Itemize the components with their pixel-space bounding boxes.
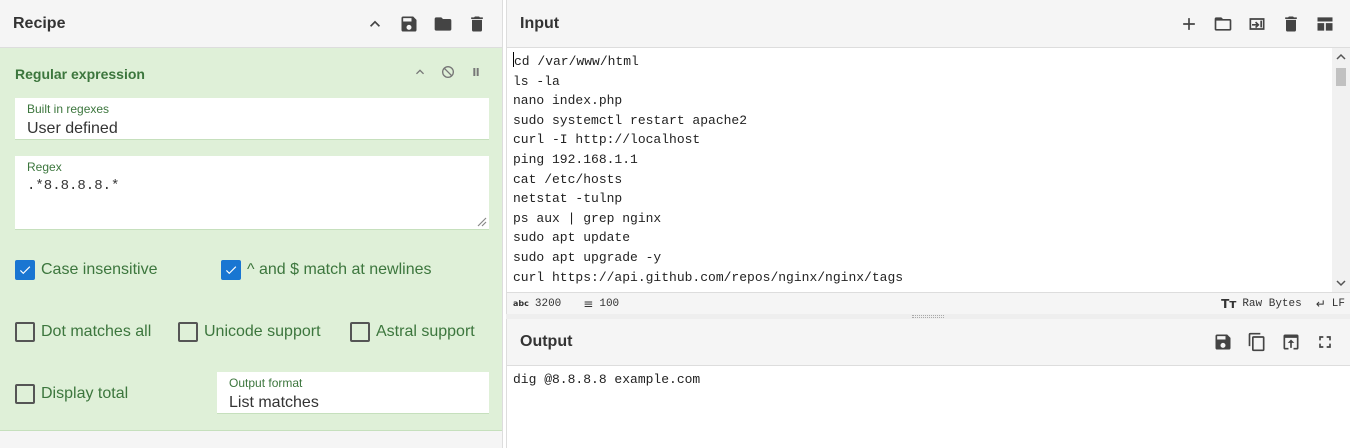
input-header: Input [507, 0, 1350, 48]
pause-icon[interactable] [464, 60, 488, 84]
eol-value: LF [1331, 297, 1345, 310]
output-text[interactable]: dig @8.8.8.8 example.com [513, 372, 700, 387]
divider-grip[interactable] [912, 315, 944, 318]
output-header: Output [507, 319, 1350, 366]
layout-icon[interactable] [1308, 7, 1342, 41]
regex-label: Regex [27, 160, 62, 174]
recipe-panel: Recipe Regular expression Built in regex… [0, 0, 503, 448]
unicode-checkbox[interactable]: Unicode support [178, 322, 321, 342]
checkbox-empty-icon [350, 322, 370, 342]
abc-icon: abc [513, 299, 529, 308]
checkbox-empty-icon [15, 322, 35, 342]
case-insensitive-checkbox[interactable]: Case insensitive [15, 260, 158, 280]
char-count: abc 3200 [513, 298, 561, 310]
builtin-regex-value: User defined [27, 120, 118, 137]
output-format-label: Output format [229, 376, 303, 390]
chevron-up-icon[interactable] [358, 7, 392, 41]
char-count-value: 3200 [534, 297, 562, 310]
input-scrollbar[interactable] [1332, 48, 1350, 292]
input-status-bar: abc 3200 ≡ 100 Tт Raw Bytes ↵ LF [507, 292, 1350, 314]
multiline-label: ^ and $ match at newlines [247, 261, 432, 278]
resize-grip-icon[interactable] [475, 215, 487, 227]
output-format-select[interactable]: Output format List matches [217, 372, 489, 414]
operation-title: Regular expression [15, 66, 145, 82]
trash-icon[interactable] [460, 7, 494, 41]
recipe-header: Recipe [0, 0, 502, 48]
multiline-checkbox[interactable]: ^ and $ match at newlines [221, 260, 432, 280]
scroll-up-icon[interactable] [1336, 52, 1346, 62]
folder-icon[interactable] [426, 7, 460, 41]
regex-operation: Regular expression Built in regexes User… [0, 48, 502, 431]
line-count-value: 100 [599, 297, 620, 310]
unicode-label: Unicode support [204, 323, 321, 340]
copy-icon[interactable] [1240, 325, 1274, 359]
maximize-icon[interactable] [1308, 325, 1342, 359]
input-text-content: cd /var/www/html ls -la nano index.php s… [513, 54, 904, 285]
eol-selector[interactable]: ↵ LF [1316, 297, 1345, 311]
input-textarea[interactable]: cd /var/www/html ls -la nano index.php s… [513, 52, 1333, 292]
output-panel: Output dig @8.8.8.8 example.com [506, 319, 1350, 448]
dot-all-checkbox[interactable]: Dot matches all [15, 322, 151, 342]
replace-input-icon[interactable] [1274, 325, 1308, 359]
display-total-checkbox[interactable]: Display total [15, 384, 128, 404]
cyberchef-app: Recipe Regular expression Built in regex… [0, 0, 1350, 448]
checkbox-checked-icon [15, 260, 35, 280]
clear-input-icon[interactable] [1274, 7, 1308, 41]
scroll-thumb[interactable] [1336, 68, 1346, 86]
collapse-chevron-icon[interactable] [408, 60, 432, 84]
scroll-down-icon[interactable] [1336, 278, 1346, 288]
save-output-icon[interactable] [1206, 325, 1240, 359]
dot-all-label: Dot matches all [41, 323, 152, 340]
disable-icon[interactable] [436, 60, 460, 84]
encoding-selector[interactable]: Tт Raw Bytes [1221, 297, 1302, 311]
add-tab-icon[interactable] [1172, 7, 1206, 41]
regex-field[interactable]: Regex .*8.8.8.8.* [15, 156, 489, 230]
input-panel: Input cd /var/www/html ls -la nano index… [506, 0, 1350, 316]
line-count: ≡ 100 [583, 297, 619, 311]
builtin-regex-label: Built in regexes [27, 102, 110, 116]
regex-value: .*8.8.8.8.* [27, 178, 120, 194]
builtin-regex-select[interactable]: Built in regexes User defined [15, 98, 489, 140]
lines-icon: ≡ [583, 296, 594, 311]
input-title: Input [520, 14, 560, 32]
checkbox-empty-icon [178, 322, 198, 342]
checkbox-checked-icon [221, 260, 241, 280]
return-arrow-icon: ↵ [1315, 296, 1326, 311]
open-file-icon[interactable] [1240, 7, 1274, 41]
display-total-label: Display total [41, 385, 129, 402]
text-encoding-icon: Tт [1221, 296, 1237, 311]
recipe-title: Recipe [13, 14, 66, 32]
output-title: Output [520, 333, 573, 350]
save-icon[interactable] [392, 7, 426, 41]
checkbox-empty-icon [15, 384, 35, 404]
output-format-value: List matches [229, 394, 319, 411]
encoding-value: Raw Bytes [1242, 297, 1302, 310]
open-folder-icon[interactable] [1206, 7, 1240, 41]
astral-label: Astral support [376, 323, 475, 340]
case-insensitive-label: Case insensitive [41, 261, 158, 278]
astral-checkbox[interactable]: Astral support [350, 322, 475, 342]
recipe-footer [0, 431, 502, 448]
